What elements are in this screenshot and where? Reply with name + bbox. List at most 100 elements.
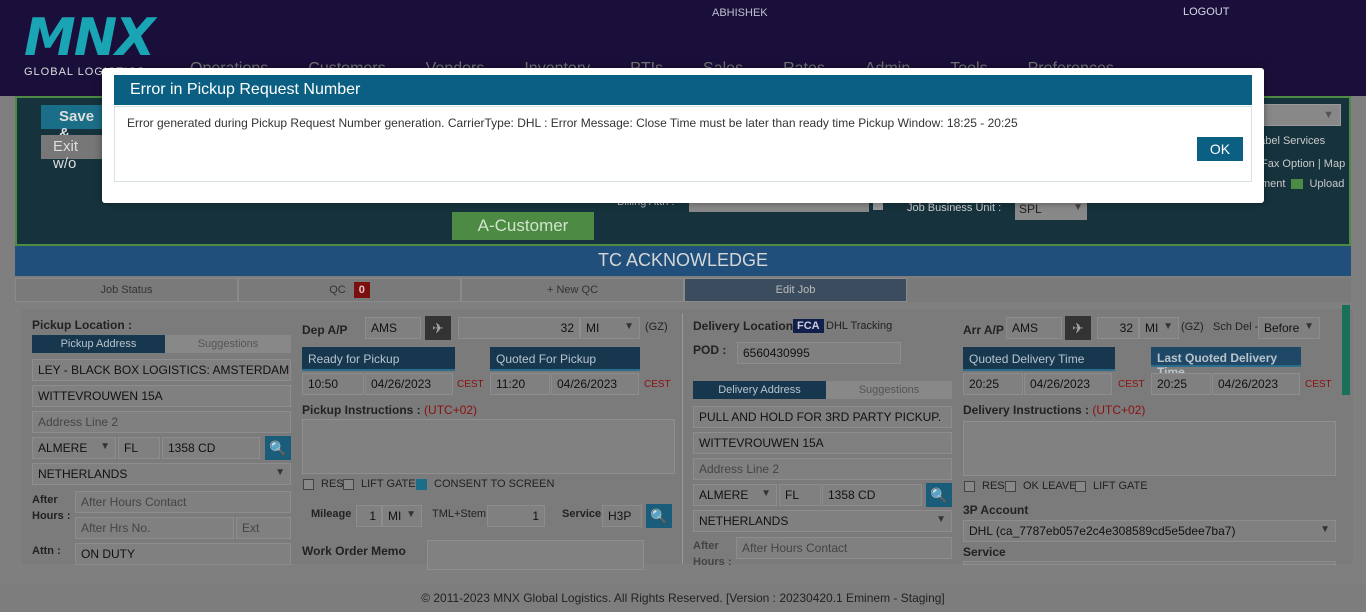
work-order-memo-textarea[interactable] [427,540,644,570]
last-quoted-delivery-time-button[interactable]: Last Quoted Delivery Time [1151,347,1301,379]
upload-row: ment Upload [1261,178,1344,190]
exit-without-save-button[interactable]: Exit w/o [41,135,111,172]
ready-time-field[interactable]: 10:50 [302,373,364,395]
sch-del-select[interactable]: Before ▼ [1258,317,1320,339]
service-field[interactable]: H3P [602,505,642,527]
delivery-address-tab[interactable]: Delivery Address [693,381,826,399]
pickup-address-line2[interactable]: Address Line 2 [32,411,291,433]
pickup-address-search-icon[interactable]: 🔍 [265,436,291,460]
delivery-state-field[interactable]: FL [779,484,821,506]
sch-del-value: Before [1264,321,1300,335]
lift-gate-label: LIFT GATE [361,478,416,490]
error-dialog: Error in Pickup Request Number Error gen… [102,68,1264,203]
last-quoted-timezone: CEST [1305,379,1332,390]
pickup-zip-field[interactable]: 1358 CD [162,437,260,459]
delivery-after-hours-contact[interactable]: After Hours Contact [736,537,952,559]
arr-unit-select[interactable]: MI ▼ [1139,317,1179,339]
delivery-lift-gate-checkbox[interactable] [1075,481,1086,492]
pickup-state-field[interactable]: FL [118,437,160,459]
scrollbar-thumb[interactable] [1342,305,1350,395]
quoted-delivery-date-field[interactable]: 04/26/2023 [1024,373,1112,395]
3p-account-value: DHL (ca_7787eb057e2c4e308589cd5e5dee7ba7… [969,524,1236,538]
mileage-label: Mileage [311,508,352,520]
ok-button[interactable]: OK [1197,137,1243,161]
quoted-delivery-time-field[interactable]: 20:25 [963,373,1023,395]
delivery-zip-field[interactable]: 1358 CD [822,484,922,506]
delivery-instructions-textarea[interactable] [963,421,1336,476]
quoted-for-pickup-header: Quoted For Pickup [490,347,640,371]
pickup-city-select[interactable]: ALMERE ▼ [32,437,116,459]
pickup-suggestions-tab[interactable]: Suggestions [165,335,291,353]
dep-unit-select[interactable]: MI ▼ [580,317,640,339]
pickup-attn-field[interactable]: ON DUTY [75,543,291,565]
upload-link[interactable]: Upload [1309,178,1344,190]
delivery-instructions-label: Delivery Instructions : (UTC+02) [963,403,1145,417]
consent-checkbox[interactable] [416,479,427,490]
delivery-service-label: Service [963,545,1006,559]
ready-timezone: CEST [457,379,484,390]
dep-ap-label: Dep A/P [302,323,348,337]
lift-gate-checkbox[interactable] [343,479,354,490]
delivery-city: ALMERE [699,488,749,502]
tab-edit-job[interactable]: Edit Job [684,278,907,302]
arr-distance-field[interactable]: 32 [1097,317,1139,339]
delivery-name-field[interactable]: PULL AND HOLD FOR 3RD PARTY PICKUP. [693,406,952,428]
logout-link[interactable]: LOGOUT [1183,6,1229,18]
fax-option-link[interactable]: Fax Option [1261,158,1315,170]
delivery-address-search-icon[interactable]: 🔍 [926,483,952,507]
customer-button[interactable]: A-Customer [452,212,594,240]
dep-distance-field[interactable]: 32 [458,317,580,339]
pickup-country-select[interactable]: NETHERLANDS ▼ [32,463,291,485]
dhl-tracking-link[interactable]: DHL Tracking [826,320,892,332]
error-message: Error generated during Pickup Request Nu… [127,116,1018,130]
airplane-icon[interactable]: ✈ [1065,316,1091,340]
map-link[interactable]: Map [1324,158,1345,170]
pickup-city: ALMERE [38,441,88,455]
page-title: TC ACKNOWLEDGE [15,246,1351,276]
pickup-address-tab[interactable]: Pickup Address [32,335,165,353]
delivery-country-select[interactable]: NETHERLANDS ▼ [693,510,952,532]
pod-field[interactable]: 6560430995 [737,342,901,364]
delivery-lift-gate-label: LIFT GATE [1093,480,1148,492]
pickup-name-field[interactable]: LEY - BLACK BOX LOGISTICS: AMSTERDAM [32,359,291,381]
pickup-after-hours-contact[interactable]: After Hours Contact [75,491,291,513]
last-quoted-time-field[interactable]: 20:25 [1151,373,1211,395]
tab-job-status[interactable]: Job Status [15,278,238,302]
delivery-country: NETHERLANDS [699,514,789,528]
logo-mark: MNX [24,8,155,68]
save-button[interactable]: Save & [41,105,111,142]
last-quoted-date-field[interactable]: 04/26/2023 [1212,373,1300,395]
pickup-after-hours-ext[interactable]: Ext [236,517,291,539]
ready-date-field[interactable]: 04/26/2023 [365,373,453,395]
delivery-suggestions-tab[interactable]: Suggestions [826,381,952,399]
tab-qc[interactable]: QC 0 [238,278,461,302]
quoted-delivery-timezone: CEST [1118,379,1145,390]
pickup-instructions-textarea[interactable] [302,419,675,474]
tab-new-qc[interactable]: + New QC [461,278,684,302]
tml-stem-label: TML+Stem [432,508,487,520]
airplane-icon[interactable]: ✈ [425,316,451,340]
quoted-time-field[interactable]: 11:20 [490,373,550,395]
delivery-res-checkbox[interactable] [964,481,975,492]
delivery-service-select[interactable] [963,561,1336,565]
ok-leave-checkbox[interactable] [1005,481,1016,492]
footer-copyright: © 2011-2023 MNX Global Logistics. All Ri… [0,584,1366,612]
chevron-down-icon: ▼ [936,514,946,525]
mileage-field[interactable]: 1 [356,505,382,527]
mileage-unit-select[interactable]: MI ▼ [382,505,422,527]
delivery-address-line2[interactable]: Address Line 2 [693,458,952,480]
document-link[interactable]: ment [1261,178,1285,190]
error-dialog-body: Error generated during Pickup Request Nu… [114,106,1252,182]
service-search-icon[interactable]: 🔍 [646,504,672,528]
pickup-after-hours-number[interactable]: After Hrs No. [75,517,234,539]
3p-account-select[interactable]: DHL (ca_7787eb057e2c4e308589cd5e5dee7ba7… [963,520,1336,542]
chevron-down-icon: ▼ [1320,524,1330,535]
quoted-date-field[interactable]: 04/26/2023 [551,373,639,395]
pickup-address-line1[interactable]: WITTEVROUWEN 15A [32,385,291,407]
tml-stem-field[interactable]: 1 [487,505,545,527]
delivery-address-line1[interactable]: WITTEVROUWEN 15A [693,432,952,454]
arr-airport-field[interactable]: AMS [1006,317,1062,339]
delivery-city-select[interactable]: ALMERE ▼ [693,484,777,506]
res-checkbox[interactable] [303,479,314,490]
dep-airport-field[interactable]: AMS [365,317,421,339]
